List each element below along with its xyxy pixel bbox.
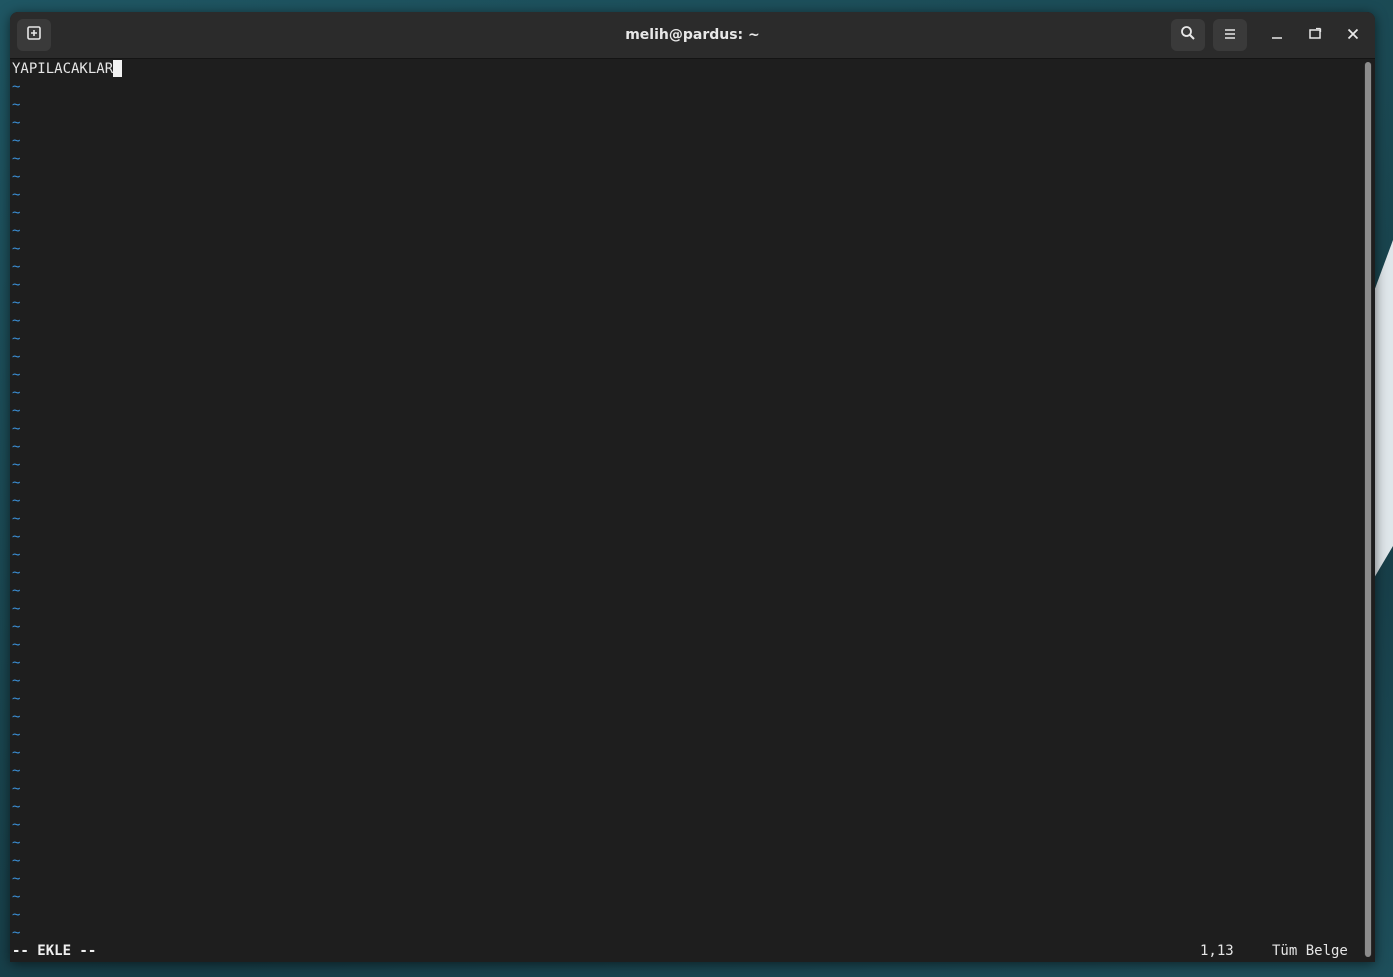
empty-line-marker: ~ <box>12 151 21 167</box>
maximize-button[interactable] <box>1303 23 1327 47</box>
empty-line-marker: ~ <box>12 241 21 257</box>
close-icon <box>1346 26 1360 45</box>
empty-line-marker: ~ <box>12 403 21 419</box>
empty-line-marker: ~ <box>12 871 21 887</box>
editor-line-1: YAPILACAKLAR <box>12 60 123 78</box>
empty-line-marker: ~ <box>12 781 21 797</box>
empty-line-marker: ~ <box>12 439 21 455</box>
empty-line-marker: ~ <box>12 763 21 779</box>
empty-line-marker: ~ <box>12 223 21 239</box>
empty-line-marker: ~ <box>12 277 21 293</box>
empty-line-marker: ~ <box>12 799 21 815</box>
empty-line-marker: ~ <box>12 835 21 851</box>
maximize-icon <box>1308 26 1322 45</box>
empty-line-marker: ~ <box>12 313 21 329</box>
terminal-window: melih@pardus: ~ YAPILACAKLAR ~ ~ ~ ~ ~ ~… <box>10 12 1375 962</box>
scrollbar[interactable] <box>1364 62 1372 957</box>
empty-line-marker: ~ <box>12 529 21 545</box>
empty-line-marker: ~ <box>12 583 21 599</box>
empty-line-marker: ~ <box>12 133 21 149</box>
empty-line-marker: ~ <box>12 619 21 635</box>
empty-line-marker: ~ <box>12 331 21 347</box>
text-cursor <box>113 60 123 77</box>
search-icon <box>1180 25 1196 45</box>
cursor-position: 1,13 <box>1200 943 1234 959</box>
empty-line-marker: ~ <box>12 259 21 275</box>
empty-line-marker: ~ <box>12 745 21 761</box>
empty-line-marker: ~ <box>12 907 21 923</box>
empty-line-marker: ~ <box>12 115 21 131</box>
empty-line-marker: ~ <box>12 421 21 437</box>
empty-line-marker: ~ <box>12 727 21 743</box>
empty-line-marker: ~ <box>12 367 21 383</box>
terminal-area[interactable]: YAPILACAKLAR ~ ~ ~ ~ ~ ~ ~ ~ ~ ~ ~ ~ ~ ~ ~ ~ ~ ~ ~ ~ ~ ~ ~ ~ ~ ~ ~… <box>10 59 1362 962</box>
empty-line-marker: ~ <box>12 511 21 527</box>
empty-line-marker: ~ <box>12 655 21 671</box>
empty-line-marker: ~ <box>12 97 21 113</box>
empty-line-marker: ~ <box>12 169 21 185</box>
empty-line-marker: ~ <box>12 637 21 653</box>
empty-line-marker: ~ <box>12 565 21 581</box>
empty-line-marker: ~ <box>12 691 21 707</box>
empty-line-marker: ~ <box>12 817 21 833</box>
editor-line-text: YAPILACAKLAR <box>12 61 114 77</box>
empty-line-marker: ~ <box>12 673 21 689</box>
empty-line-marker: ~ <box>12 853 21 869</box>
search-button[interactable] <box>1171 19 1205 51</box>
hamburger-menu-icon <box>1223 26 1237 45</box>
minimize-button[interactable] <box>1265 23 1289 47</box>
empty-line-marker: ~ <box>12 349 21 365</box>
empty-line-marker: ~ <box>12 385 21 401</box>
title-bar[interactable]: melih@pardus: ~ <box>10 12 1375 59</box>
minimize-icon <box>1270 26 1284 45</box>
empty-line-marker: ~ <box>12 889 21 905</box>
empty-line-marker: ~ <box>12 187 21 203</box>
empty-line-marker: ~ <box>12 547 21 563</box>
empty-line-marker: ~ <box>12 709 21 725</box>
empty-line-marker: ~ <box>12 475 21 491</box>
empty-line-marker: ~ <box>12 79 21 95</box>
empty-line-marker: ~ <box>12 205 21 221</box>
empty-line-marker: ~ <box>12 601 21 617</box>
document-scope: Tüm Belge <box>1272 943 1348 959</box>
scrollbar-thumb[interactable] <box>1365 62 1371 957</box>
empty-line-marker: ~ <box>12 925 21 941</box>
empty-line-marker: ~ <box>12 457 21 473</box>
empty-line-marker: ~ <box>12 295 21 311</box>
close-button[interactable] <box>1341 23 1365 47</box>
empty-line-marker: ~ <box>12 493 21 509</box>
insert-mode-indicator: -- EKLE -- <box>12 943 97 959</box>
menu-button[interactable] <box>1213 19 1247 51</box>
